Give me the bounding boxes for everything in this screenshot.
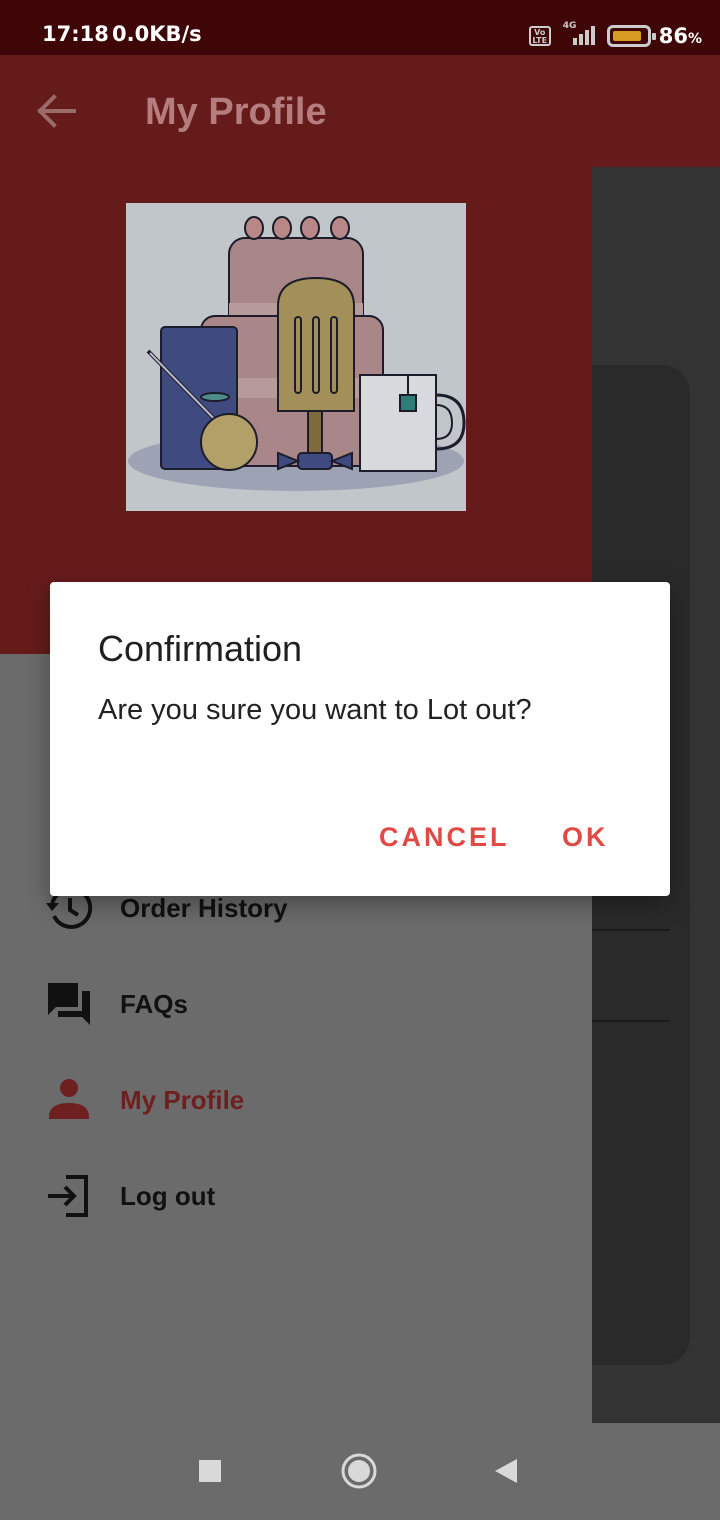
page-title: My Profile: [145, 91, 327, 133]
logout-icon: [48, 1175, 88, 1217]
ok-button[interactable]: OK: [562, 822, 609, 853]
drawer-item-label: Order History: [120, 893, 288, 923]
divider: [592, 929, 670, 931]
signal-icon: 4G: [559, 21, 599, 47]
forum-icon: [48, 983, 90, 1025]
drawer-item-my-profile[interactable]: My Profile: [0, 1055, 592, 1151]
screen: 17:18 0.0KB/s Vo LTE 4G 86% My Profile O…: [0, 0, 720, 1520]
drawer-item-log-out[interactable]: Log out: [0, 1151, 592, 1247]
recents-icon[interactable]: [190, 1451, 230, 1491]
system-nav-bar: [0, 1423, 720, 1520]
network-type: 4G: [562, 21, 577, 31]
cancel-button[interactable]: CANCEL: [379, 822, 510, 853]
battery-icon: [606, 25, 656, 47]
drawer-header: [0, 167, 592, 654]
battery-fill: [612, 31, 641, 41]
drawer-item-label: FAQs: [120, 989, 188, 1019]
battery-percent: 86%: [658, 24, 702, 48]
food-illustration: [126, 203, 466, 511]
dialog-title: Confirmation: [98, 628, 303, 669]
volte-icon: Vo LTE: [528, 26, 551, 46]
status-icons: Vo LTE 4G 86%: [528, 21, 702, 50]
status-time: 17:18: [42, 22, 109, 46]
status-bar: 17:18 0.0KB/s Vo LTE 4G 86%: [0, 0, 720, 55]
home-icon[interactable]: [339, 1451, 379, 1491]
drawer-item-label: My Profile: [120, 1085, 245, 1115]
divider: [592, 1020, 670, 1022]
network-speed: 0.0KB/s: [112, 22, 202, 46]
person-icon: [49, 1079, 89, 1119]
back-icon[interactable]: [487, 1451, 527, 1491]
arrow-back-icon[interactable]: [30, 89, 80, 133]
drawer-item-faqs[interactable]: FAQs: [0, 959, 592, 1055]
confirmation-dialog: Confirmation Are you sure you want to Lo…: [50, 582, 670, 896]
dialog-message: Are you sure you want to Lot out?: [98, 694, 532, 726]
app-bar: My Profile: [0, 55, 720, 167]
drawer-item-label: Log out: [120, 1181, 216, 1211]
